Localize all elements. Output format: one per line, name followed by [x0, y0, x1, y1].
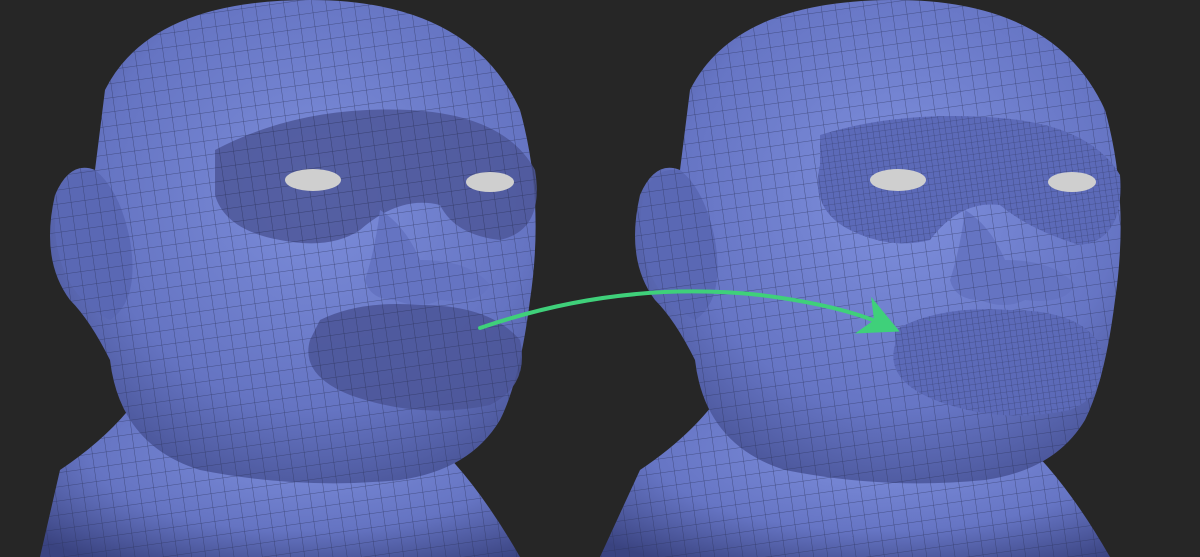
right-head-eye-2 — [1048, 172, 1096, 192]
left-head-eye-1 — [285, 169, 341, 191]
render-canvas — [0, 0, 1200, 557]
left-head — [40, 0, 537, 557]
render-scene — [0, 0, 1200, 557]
left-head-eye-2 — [466, 172, 514, 192]
right-head-eye-1 — [870, 169, 926, 191]
